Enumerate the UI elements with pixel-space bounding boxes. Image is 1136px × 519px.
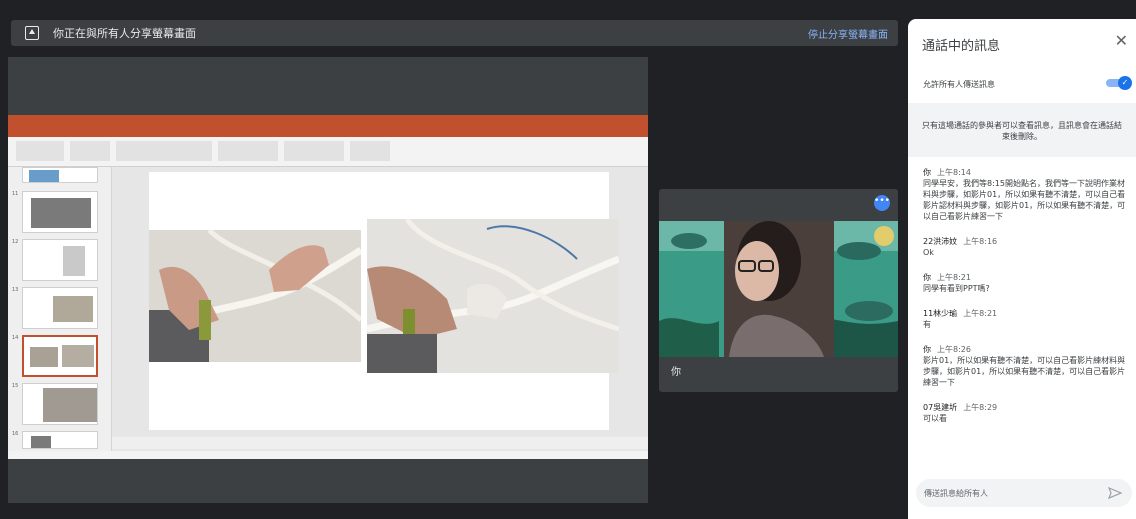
current-slide — [149, 172, 619, 430]
message-time: 上午8:14 — [937, 168, 971, 177]
slide-thumbnail — [22, 431, 98, 449]
more-options-icon[interactable]: ••• — [874, 195, 890, 211]
chat-info-note: 只有這場通話的參與者可以查看訊息，且訊息會在通話結束後刪除。 — [908, 103, 1136, 157]
slide-thumbnail — [22, 383, 98, 425]
presentation-area: 11 12 13 14 15 16 — [8, 57, 648, 503]
slide-thumbnail — [22, 287, 98, 329]
ppt-ribbon-tabs — [8, 129, 648, 137]
slide-thumbnail — [22, 191, 98, 233]
message-time: 上午8:21 — [963, 309, 998, 318]
ppt-status-bar — [8, 451, 648, 459]
message: 11林少瑜 上午8:21 有 — [923, 308, 1126, 330]
message: 07吳建圻 上午8:29 可以看 — [923, 402, 1126, 424]
share-banner-text: 你正在與所有人分享螢幕畫面 — [53, 27, 196, 40]
panel-title: 通話中的訊息 — [922, 39, 1001, 54]
shared-powerpoint-window: 11 12 13 14 15 16 — [8, 115, 648, 459]
self-video-feed — [659, 221, 898, 357]
meet-window: 你正在與所有人分享螢幕畫面 停止分享螢幕畫面 11 12 13 14 15 16… — [0, 0, 1136, 519]
ppt-ribbon — [8, 137, 648, 167]
message-text: 可以看 — [923, 414, 947, 423]
message-text: Ok — [923, 248, 934, 257]
message-time: 上午8:29 — [963, 403, 998, 412]
slide-thumbnails: 11 12 13 14 15 16 — [8, 167, 112, 451]
message-sender: 22洪沛妏 — [923, 237, 958, 246]
slide-thumbnail — [22, 239, 98, 281]
message-input-row — [916, 479, 1132, 507]
message-time: 上午8:16 — [963, 237, 998, 246]
allow-messages-label: 允許所有人傳送訊息 — [923, 80, 995, 89]
message-sender: 07吳建圻 — [923, 403, 958, 412]
slide-thumbnail-selected — [22, 335, 98, 377]
slide-photo-rope-hands-2 — [367, 219, 619, 373]
message-input[interactable] — [924, 485, 1094, 501]
send-icon[interactable] — [1108, 486, 1122, 500]
message-text: 影片01，所以如果有聽不清楚，可以自己看影片練材料與步驟，如影片01，所以如果有… — [923, 356, 1126, 387]
present-screen-icon — [25, 26, 39, 40]
message: 22洪沛妏 上午8:16 Ok — [923, 236, 1126, 258]
slide-thumbnail — [22, 167, 98, 183]
message: 你上午8:14 同學早安，我們等8:15開始點名，我們等一下說明作業材料與步驟，… — [923, 167, 1126, 222]
close-icon[interactable]: ✕ — [1115, 31, 1128, 50]
self-video-tile: ••• 你 — [659, 189, 898, 392]
message-sender: 你 — [923, 345, 931, 354]
ppt-notes-bar — [112, 437, 648, 449]
ppt-title-bar — [8, 115, 648, 129]
check-icon: ✓ — [1118, 76, 1132, 90]
message-text: 同學有看到PPT嗎? — [923, 284, 990, 293]
message: 你上午8:21 同學有看到PPT嗎? — [923, 272, 1126, 294]
message-text: 同學早安，我們等8:15開始點名，我們等一下說明作業材料與步驟，如影片01，所以… — [923, 179, 1126, 221]
message-time: 上午8:26 — [937, 345, 971, 354]
slide-photo-rope-hands-1 — [149, 230, 361, 362]
self-name-label: 你 — [671, 367, 681, 378]
in-call-messages-panel: 通話中的訊息 ✕ 允許所有人傳送訊息 ✓ 只有這場通話的參與者可以查看訊息，且訊… — [908, 19, 1136, 519]
message-time: 上午8:21 — [937, 273, 971, 282]
message: 你上午8:26 影片01，所以如果有聽不清楚，可以自己看影片練材料與步驟，如影片… — [923, 344, 1126, 388]
stop-sharing-button[interactable]: 停止分享螢幕畫面 — [808, 26, 888, 41]
message-text: 有 — [923, 320, 931, 329]
allow-messages-toggle[interactable]: ✓ — [1106, 76, 1132, 90]
share-banner: 你正在與所有人分享螢幕畫面 停止分享螢幕畫面 — [11, 20, 898, 46]
message-sender: 你 — [923, 273, 931, 282]
message-sender: 你 — [923, 168, 931, 177]
message-list: 你上午8:14 同學早安，我們等8:15開始點名，我們等一下說明作業材料與步驟，… — [923, 167, 1126, 465]
message-sender: 11林少瑜 — [923, 309, 958, 318]
